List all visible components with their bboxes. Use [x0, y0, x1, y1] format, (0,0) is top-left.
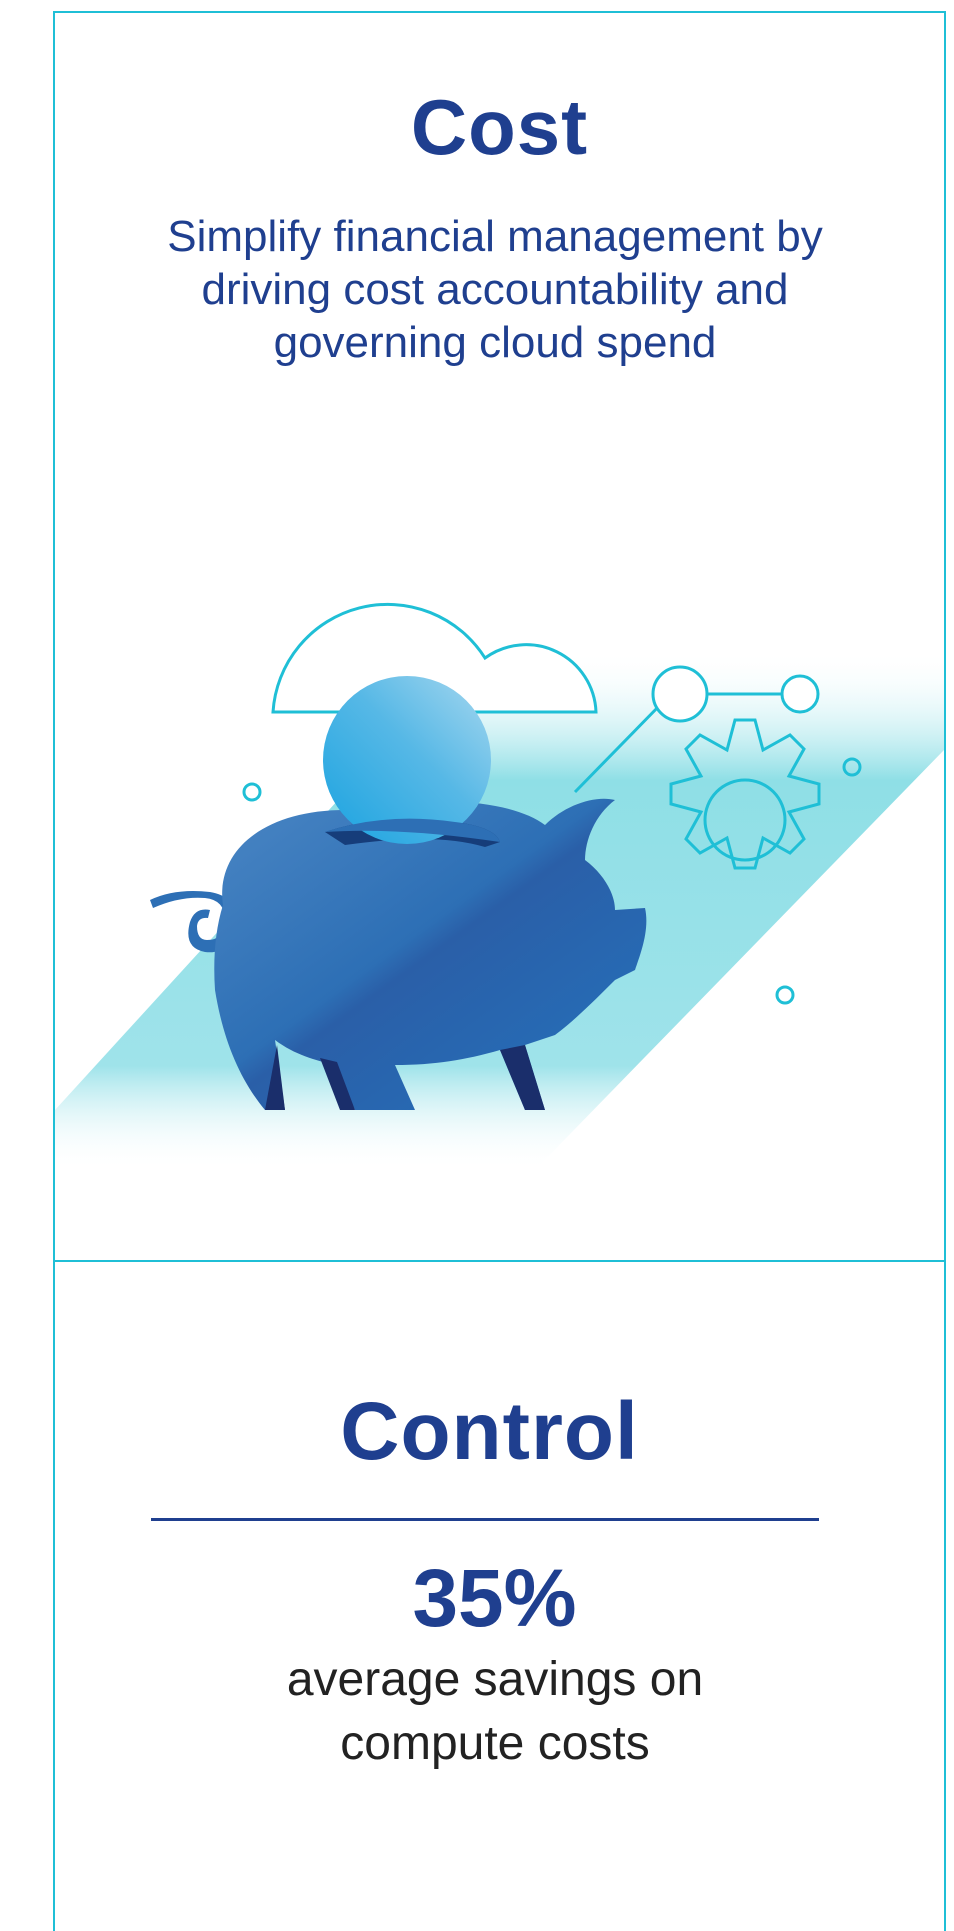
- savings-stat-value: 35%: [412, 1553, 577, 1644]
- cost-title: Cost: [410, 83, 589, 171]
- control-title: Control: [340, 1386, 639, 1477]
- section-divider: [53, 1260, 946, 1262]
- savings-stat-caption: average savings on compute costs: [286, 1653, 704, 1770]
- cost-description: Simplify financial management by driving…: [167, 212, 823, 367]
- control-underline: [151, 1518, 819, 1521]
- piggy-bank-illustration: [55, 602, 944, 1170]
